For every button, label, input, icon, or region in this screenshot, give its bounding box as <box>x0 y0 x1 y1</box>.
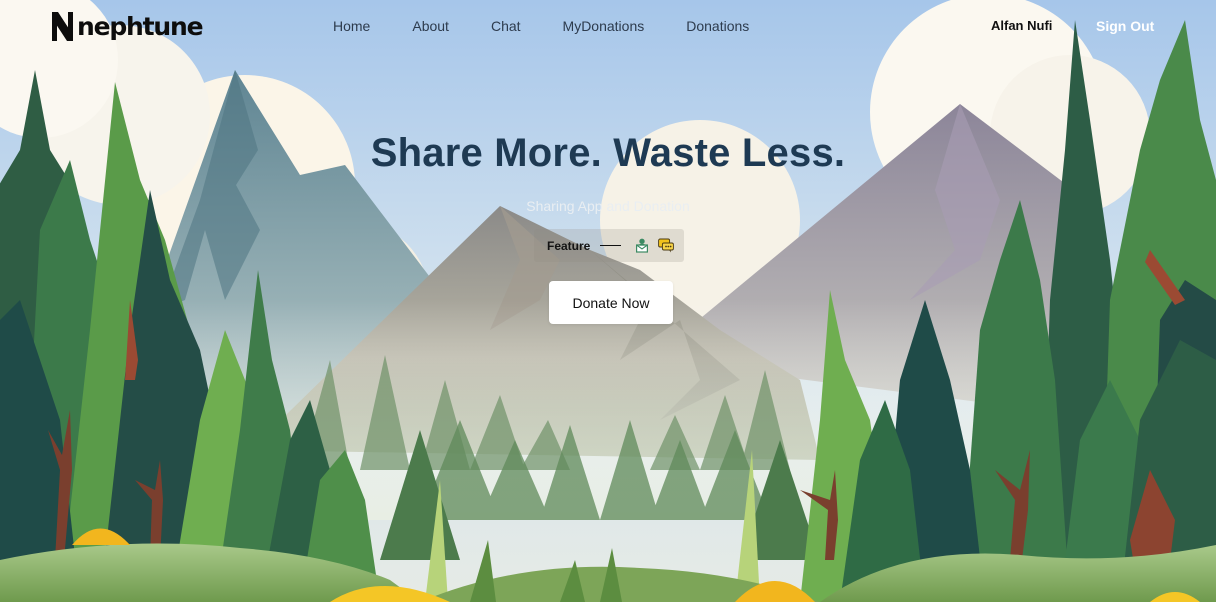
nav-about[interactable]: About <box>412 18 449 34</box>
hero-title: Share More. Waste Less. <box>370 131 846 175</box>
main-menu: Home About Chat MyDonations Donations <box>312 18 770 34</box>
nav-home[interactable]: Home <box>333 18 370 34</box>
user-name: Alfan Nufi <box>991 18 1053 33</box>
n-logo-icon <box>52 11 73 41</box>
brand-name: nephtune <box>77 11 204 41</box>
nav-donations[interactable]: Donations <box>686 18 749 34</box>
feature-strip: Feature <box>534 229 684 262</box>
donation-box-icon[interactable] <box>635 238 649 253</box>
brand-logo[interactable]: nephtune <box>52 10 204 42</box>
hero-subtitle: Sharing App and Donation <box>526 198 690 214</box>
donate-now-button[interactable]: Donate Now <box>549 281 673 324</box>
chat-bubble-icon[interactable] <box>658 238 674 253</box>
feature-divider <box>600 245 621 246</box>
nav-mydonations[interactable]: MyDonations <box>563 18 645 34</box>
feature-label: Feature <box>547 239 591 253</box>
sign-out-link[interactable]: Sign Out <box>1096 18 1154 34</box>
top-navbar: nephtune Home About Chat MyDonations Don… <box>0 0 1216 52</box>
nav-chat[interactable]: Chat <box>491 18 521 34</box>
